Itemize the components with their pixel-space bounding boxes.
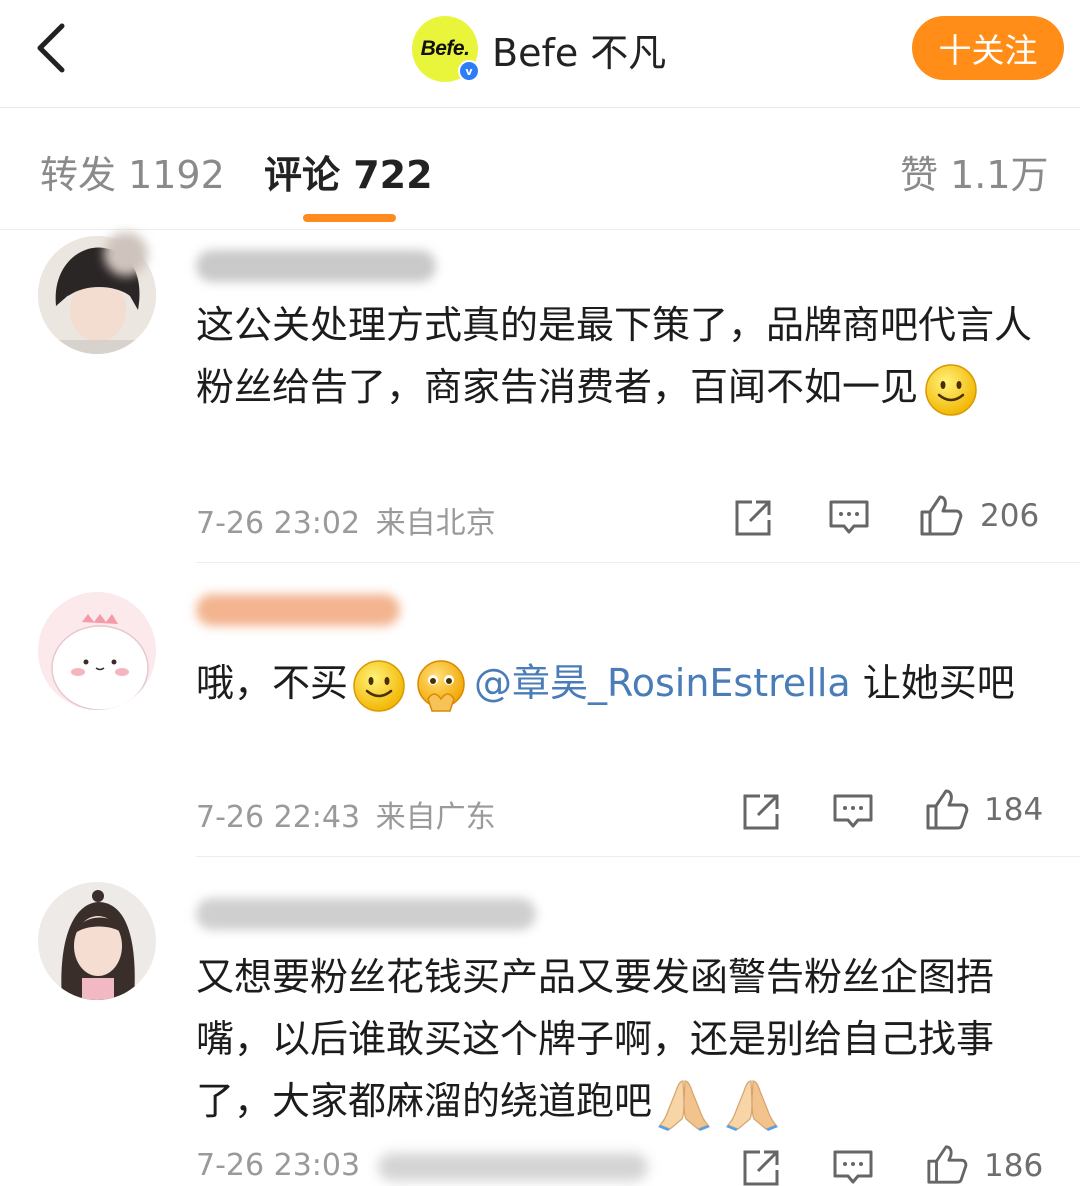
badge-blurred — [104, 232, 148, 276]
comment-meta: 7-26 23:02 来自北京 — [196, 498, 496, 542]
comment-icon[interactable] — [832, 792, 874, 832]
share-icon[interactable] — [732, 498, 774, 538]
share-icon[interactable] — [740, 1148, 782, 1186]
comment-time: 7-26 23:03 — [196, 1148, 361, 1183]
comment-body-tail: 让她买吧 — [850, 661, 1015, 705]
thumbs-up-icon[interactable] — [918, 494, 964, 538]
avatar[interactable] — [38, 592, 156, 710]
comment-body: 哦，不买 — [196, 661, 349, 705]
comment-text: 哦，不买 @章昊_RosinEstrella 让她买吧 — [196, 652, 1036, 714]
brand-avatar[interactable]: Befe. v — [412, 16, 480, 82]
back-button[interactable] — [28, 20, 84, 76]
account-name[interactable]: Befe 不凡 — [492, 22, 666, 77]
comment-text: 又想要粉丝花钱买产品又要发函警告粉丝企图捂嘴，以后谁敢买这个牌子啊，还是别给自己… — [196, 946, 1036, 1132]
comment-body: 这公关处理方式真的是最下策了，品牌商吧代言人粉丝给告了，商家告消费者，百闻不如一… — [196, 303, 1033, 409]
account-title[interactable]: Befe. v Befe 不凡 — [412, 14, 666, 84]
follow-button[interactable]: 十关注 — [912, 16, 1064, 80]
top-bar: Befe. v Befe 不凡 十关注 — [0, 0, 1080, 108]
comment-time: 7-26 22:43 — [196, 800, 361, 835]
brand-logo-text: Befe. — [420, 37, 470, 60]
avatar-image — [38, 592, 156, 710]
tab-repost[interactable]: 转发 1192 — [40, 144, 225, 199]
pray-hands-icon — [658, 1079, 711, 1131]
username-blurred[interactable] — [196, 594, 400, 626]
chevron-left-icon — [37, 23, 65, 73]
comment-item: 这公关处理方式真的是最下策了，品牌商吧代言人粉丝给告了，商家告消费者，百闻不如一… — [0, 230, 1080, 564]
mention-link[interactable]: @章昊_RosinEstrella — [474, 661, 851, 705]
tab-likes[interactable]: 赞 1.1万 — [900, 144, 1049, 199]
pleading-emoji-icon — [417, 659, 465, 712]
avatar[interactable] — [38, 882, 156, 1000]
thumbs-up-icon[interactable] — [924, 788, 970, 832]
comment-icon[interactable] — [832, 1148, 874, 1186]
comment-text: 这公关处理方式真的是最下策了，品牌商吧代言人粉丝给告了，商家告消费者，百闻不如一… — [196, 294, 1036, 418]
smile-emoji-icon — [353, 659, 405, 712]
thumbs-up-icon[interactable] — [924, 1144, 970, 1186]
comment-meta: 7-26 23:03 — [196, 1148, 648, 1183]
active-tab-indicator — [303, 214, 396, 222]
like-count: 186 — [984, 1148, 1044, 1184]
avatar-image — [38, 882, 156, 1000]
comment-location-blurred — [377, 1152, 648, 1181]
divider — [196, 562, 1080, 563]
comment-item: 又想要粉丝花钱买产品又要发函警告粉丝企图捂嘴，以后谁敢买这个牌子啊，还是别给自己… — [0, 858, 1080, 1186]
verified-badge-icon: v — [458, 60, 480, 82]
divider — [196, 856, 1080, 857]
like-count: 206 — [980, 498, 1040, 534]
comment-location: 来自广东 — [375, 800, 496, 835]
tab-bar: 转发 1192 评论 722 赞 1.1万 — [0, 108, 1080, 230]
smile-emoji-icon — [925, 363, 977, 416]
username-blurred[interactable] — [196, 250, 436, 282]
share-icon[interactable] — [740, 792, 782, 832]
like-count: 184 — [984, 792, 1044, 828]
comment-body: 又想要粉丝花钱买产品又要发函警告粉丝企图捂嘴，以后谁敢买这个牌子啊，还是别给自己… — [196, 955, 995, 1123]
pray-hands-icon — [726, 1079, 779, 1131]
username-blurred[interactable] — [196, 898, 536, 930]
tab-comments[interactable]: 评论 722 — [264, 144, 433, 199]
comment-time: 7-26 23:02 — [196, 506, 361, 541]
comment-location: 来自北京 — [375, 506, 496, 541]
comment-icon[interactable] — [828, 498, 870, 538]
comment-meta: 7-26 22:43 来自广东 — [196, 792, 496, 836]
comment-item: 哦，不买 @章昊_RosinEstrella 让她买吧 7-26 22:43 来… — [0, 564, 1080, 858]
